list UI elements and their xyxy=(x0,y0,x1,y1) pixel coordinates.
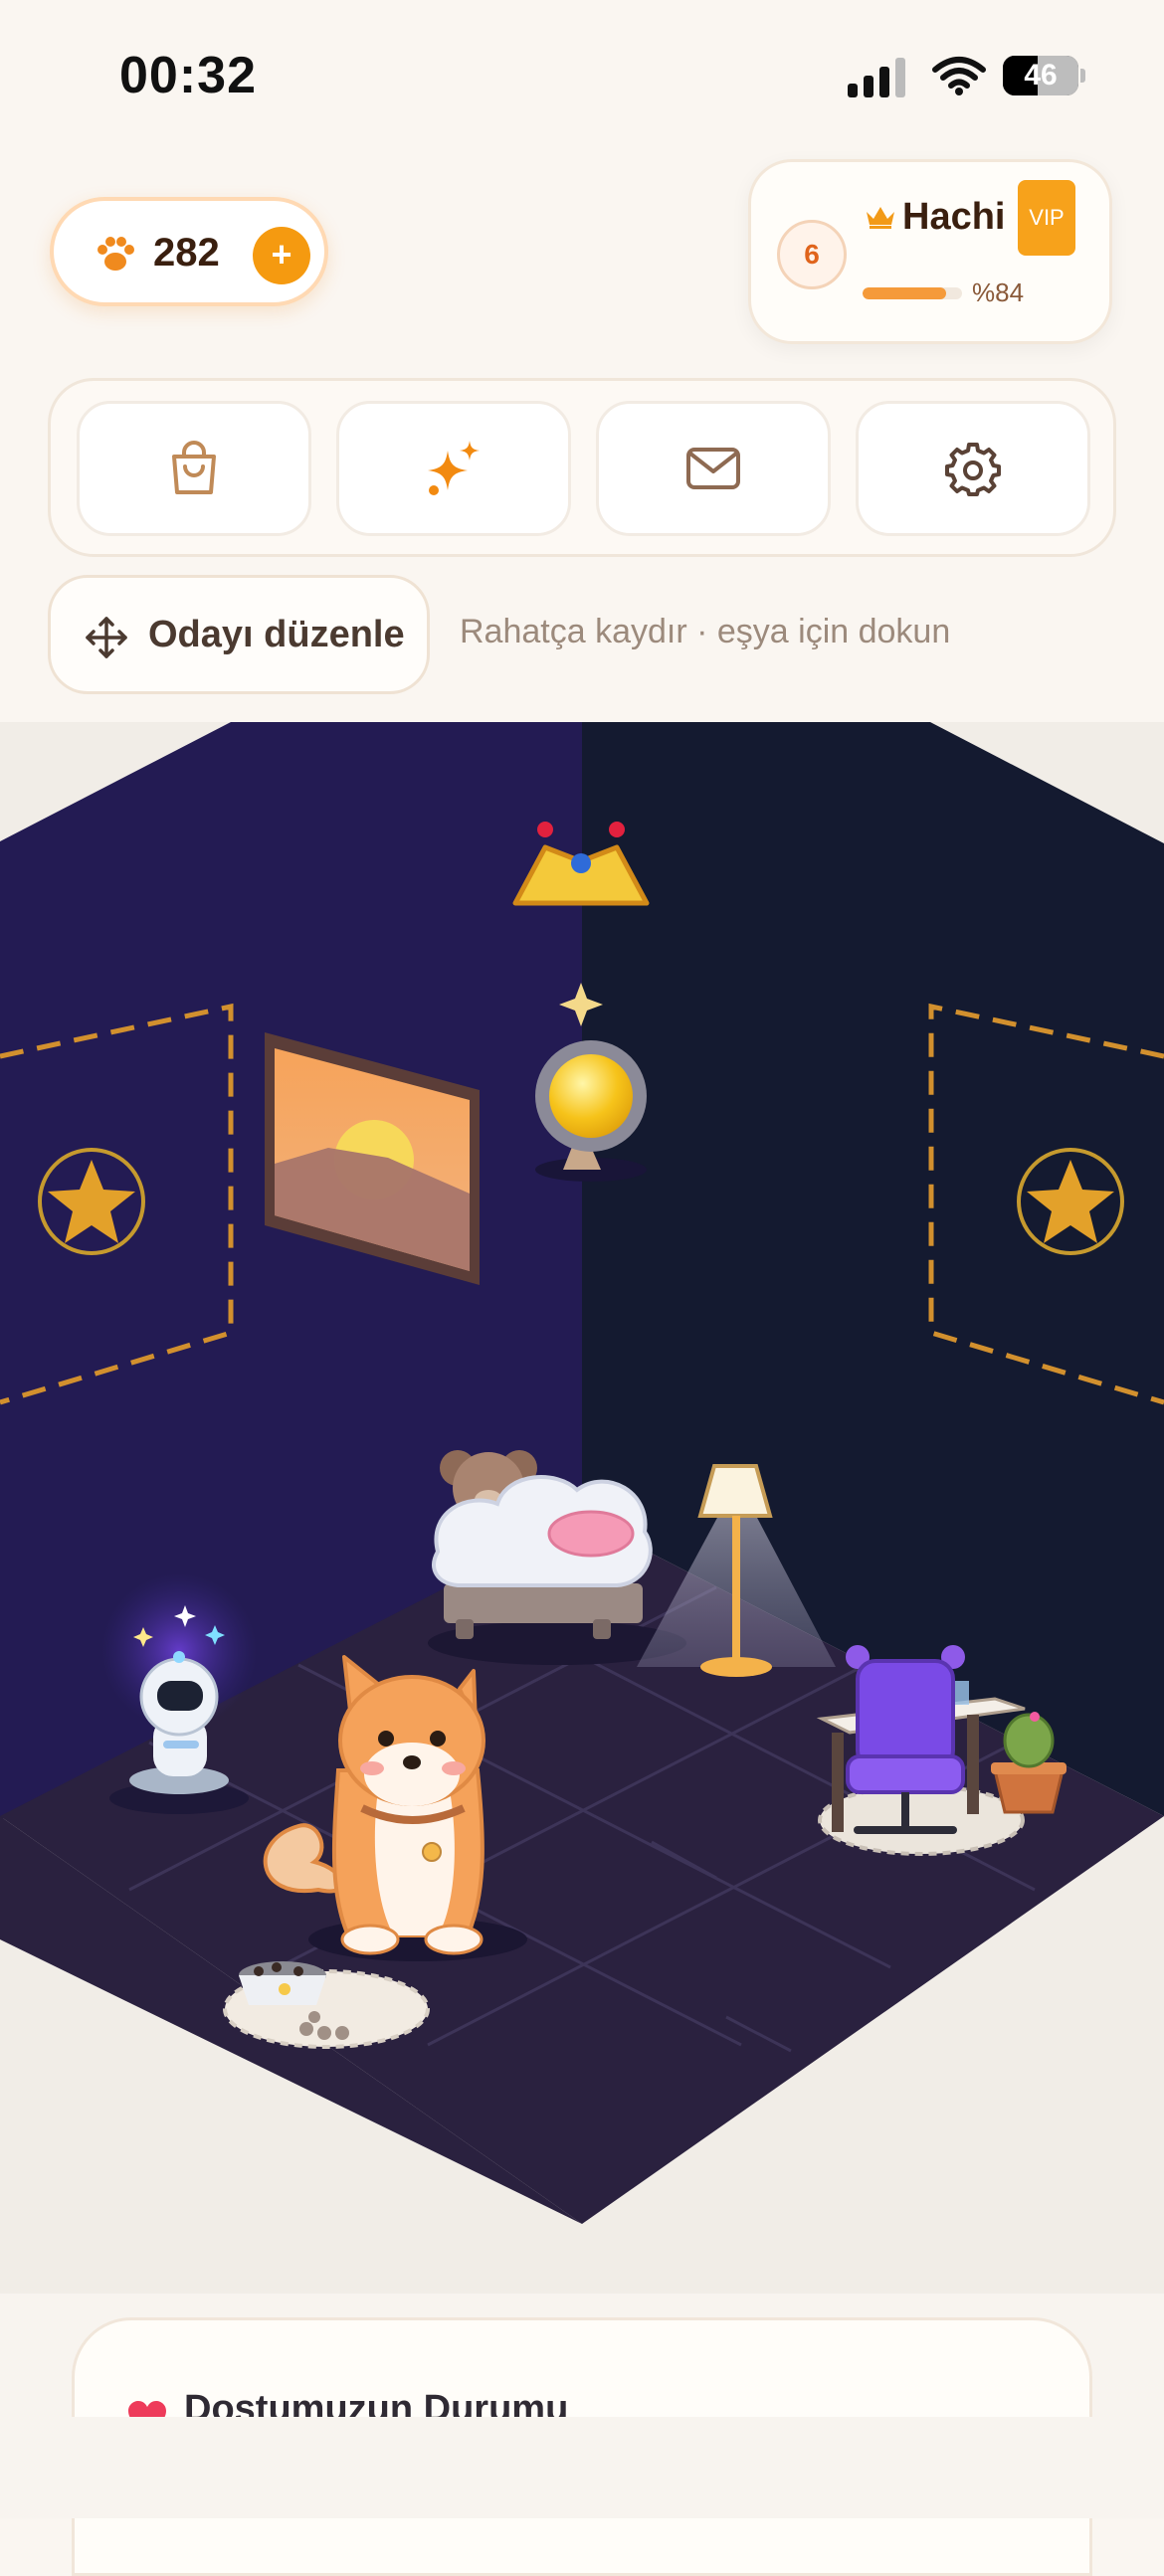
coins-pill[interactable]: 282 + xyxy=(50,197,328,306)
battery-percent: 46 xyxy=(1024,59,1058,92)
crown-icon xyxy=(867,207,894,229)
sparkles-icon xyxy=(428,441,480,495)
mail-icon xyxy=(686,448,740,489)
battery-indicator: 46 xyxy=(1003,56,1085,95)
bottom-fade xyxy=(0,2417,1164,2518)
level-badge: 6 xyxy=(777,220,847,289)
move-icon xyxy=(86,617,127,658)
room-scene[interactable] xyxy=(0,722,1164,2294)
edit-room-label: Odayı düzenle xyxy=(148,614,405,655)
pet-profile-card[interactable]: 6 Hachi VIP %84 xyxy=(748,159,1112,344)
cellular-signal-icon xyxy=(848,58,905,97)
settings-button[interactable] xyxy=(856,401,1090,536)
xp-progress-fill xyxy=(863,287,946,299)
pet-name: Hachi xyxy=(902,196,1006,238)
coins-value: 282 xyxy=(153,231,220,275)
paw-icon xyxy=(97,237,134,271)
shop-button[interactable] xyxy=(77,401,311,536)
inbox-button[interactable] xyxy=(596,401,831,536)
effects-button[interactable] xyxy=(336,401,571,536)
xp-percent: %84 xyxy=(972,277,1025,307)
wifi-icon xyxy=(932,57,986,95)
vip-badge: VIP xyxy=(1018,180,1075,256)
edit-room-button[interactable]: Odayı düzenle xyxy=(48,575,430,694)
room-illustration xyxy=(0,722,1164,2224)
xp-progress-bar xyxy=(863,287,962,299)
battery-cap xyxy=(1080,69,1085,83)
toolbar xyxy=(48,378,1116,557)
shopping-bag-icon xyxy=(172,441,216,494)
status-time: 00:32 xyxy=(119,47,257,104)
gear-icon xyxy=(945,443,1001,496)
room-hint-text: Rahatça kaydır · eşya için dokun xyxy=(460,613,951,650)
add-coins-button[interactable]: + xyxy=(253,227,310,284)
